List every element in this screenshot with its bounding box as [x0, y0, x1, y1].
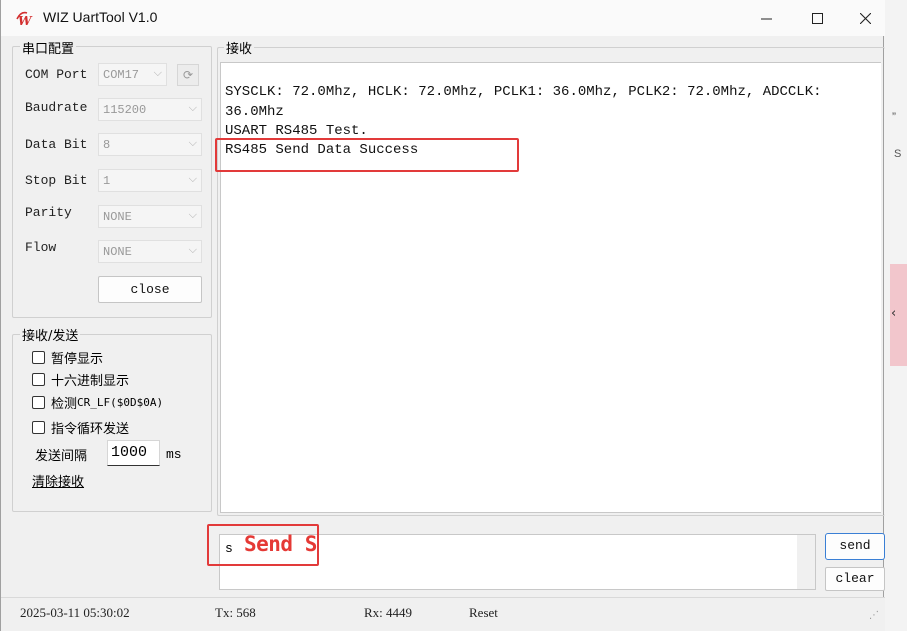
- detect-crlf-label-suffix: CR_LF($0D$0A): [77, 396, 164, 409]
- stop-bit-select[interactable]: 1 ⌵: [98, 169, 202, 192]
- resize-grip-icon[interactable]: ⋰: [869, 610, 879, 621]
- parity-value: NONE: [103, 210, 132, 224]
- hex-display-checkbox[interactable]: 十六进制显示: [32, 370, 129, 389]
- chevron-left-icon[interactable]: ‹: [891, 306, 896, 321]
- checkbox-icon: [32, 373, 45, 386]
- chevron-down-icon: ⌵: [153, 66, 162, 79]
- send-interval-label: 发送间隔: [35, 449, 88, 464]
- flow-label: Flow: [25, 240, 57, 255]
- close-icon: [859, 12, 871, 24]
- app-window: W WIZ UartTool V1.0 串口配置 COM Port COM17 …: [0, 0, 885, 631]
- stop-bit-label: Stop Bit: [25, 173, 88, 188]
- pause-display-checkbox[interactable]: 暂停显示: [32, 348, 103, 367]
- background-glyph-icon: S: [894, 148, 902, 160]
- recv-send-title: 接收/发送: [20, 325, 81, 344]
- chevron-down-icon: ⌵: [188, 243, 197, 256]
- detect-crlf-checkbox[interactable]: 检测 CR_LF($0D$0A): [32, 393, 163, 412]
- cmd-loop-checkbox[interactable]: 指令循环发送: [32, 418, 129, 437]
- maximize-button[interactable]: [793, 0, 841, 36]
- chevron-down-icon: ⌵: [188, 136, 197, 149]
- minimize-icon: [760, 18, 772, 19]
- clear-button[interactable]: clear: [825, 567, 885, 591]
- status-rx: Rx: 4449: [364, 605, 413, 620]
- background-quote-icon: ”: [892, 110, 896, 124]
- close-port-button[interactable]: close: [98, 276, 202, 303]
- flow-select[interactable]: NONE ⌵: [98, 240, 202, 263]
- data-bit-label: Data Bit: [25, 137, 88, 152]
- parity-select[interactable]: NONE ⌵: [98, 205, 202, 228]
- title-bar: W WIZ UartTool V1.0: [1, 0, 885, 36]
- wiz-logo-icon: W: [16, 11, 33, 27]
- com-port-select[interactable]: COM17 ⌵: [98, 63, 167, 86]
- cmd-loop-label: 指令循环发送: [51, 422, 130, 437]
- receive-line: USART RS485 Test.: [225, 123, 368, 139]
- window-title: WIZ UartTool V1.0: [43, 9, 158, 25]
- clear-receive-link[interactable]: 清除接收: [32, 471, 84, 490]
- status-datetime: 2025-03-11 05:30:02: [20, 605, 130, 620]
- com-port-label: COM Port: [25, 67, 88, 82]
- receive-highlight-box: [215, 138, 519, 172]
- detect-crlf-label-prefix: 检测: [51, 397, 78, 412]
- send-scrollbar[interactable]: [797, 535, 815, 589]
- checkbox-icon: [32, 421, 45, 434]
- serial-config-title: 串口配置: [20, 38, 77, 57]
- parity-label: Parity: [25, 205, 72, 220]
- data-bit-value: 8: [103, 138, 111, 152]
- baudrate-label: Baudrate: [25, 100, 88, 115]
- chevron-down-icon: ⌵: [188, 208, 197, 221]
- stop-bit-value: 1: [103, 174, 111, 188]
- minimize-button[interactable]: [742, 0, 790, 36]
- send-interval-unit: ms: [166, 447, 182, 462]
- receive-textarea[interactable]: SYSCLK: 72.0Mhz, HCLK: 72.0Mhz, PCLK1: 3…: [220, 62, 881, 513]
- send-interval-input[interactable]: 1000: [107, 440, 160, 466]
- svg-text:W: W: [18, 14, 33, 27]
- chevron-down-icon: ⌵: [188, 101, 197, 114]
- receive-title: 接收: [224, 38, 255, 57]
- refresh-icon: ⟳: [182, 68, 194, 82]
- flow-value: NONE: [103, 245, 132, 259]
- baudrate-select[interactable]: 115200 ⌵: [98, 98, 202, 121]
- send-button[interactable]: send: [825, 533, 885, 560]
- receive-line: 36.0Mhz: [225, 104, 284, 120]
- checkbox-icon: [32, 351, 45, 364]
- refresh-ports-button[interactable]: ⟳: [177, 64, 199, 86]
- pause-display-label: 暂停显示: [51, 352, 104, 367]
- data-bit-select[interactable]: 8 ⌵: [98, 133, 202, 156]
- checkbox-icon: [32, 396, 45, 409]
- baudrate-value: 115200: [103, 103, 147, 117]
- hex-display-label: 十六进制显示: [51, 374, 130, 389]
- send-annotation: Send S: [244, 532, 317, 556]
- close-window-button[interactable]: [841, 0, 889, 36]
- background-window-strip: ” S ‹: [883, 0, 907, 631]
- status-bar: 2025-03-11 05:30:02 Tx: 568 Rx: 4449 Res…: [1, 597, 885, 631]
- status-tx: Tx: 568: [215, 605, 256, 620]
- receive-line: SYSCLK: 72.0Mhz, HCLK: 72.0Mhz, PCLK1: 3…: [225, 84, 822, 100]
- maximize-icon: [811, 12, 823, 24]
- com-port-value: COM17: [103, 68, 140, 82]
- chevron-down-icon: ⌵: [188, 172, 197, 185]
- reset-counters-button[interactable]: Reset: [469, 605, 498, 621]
